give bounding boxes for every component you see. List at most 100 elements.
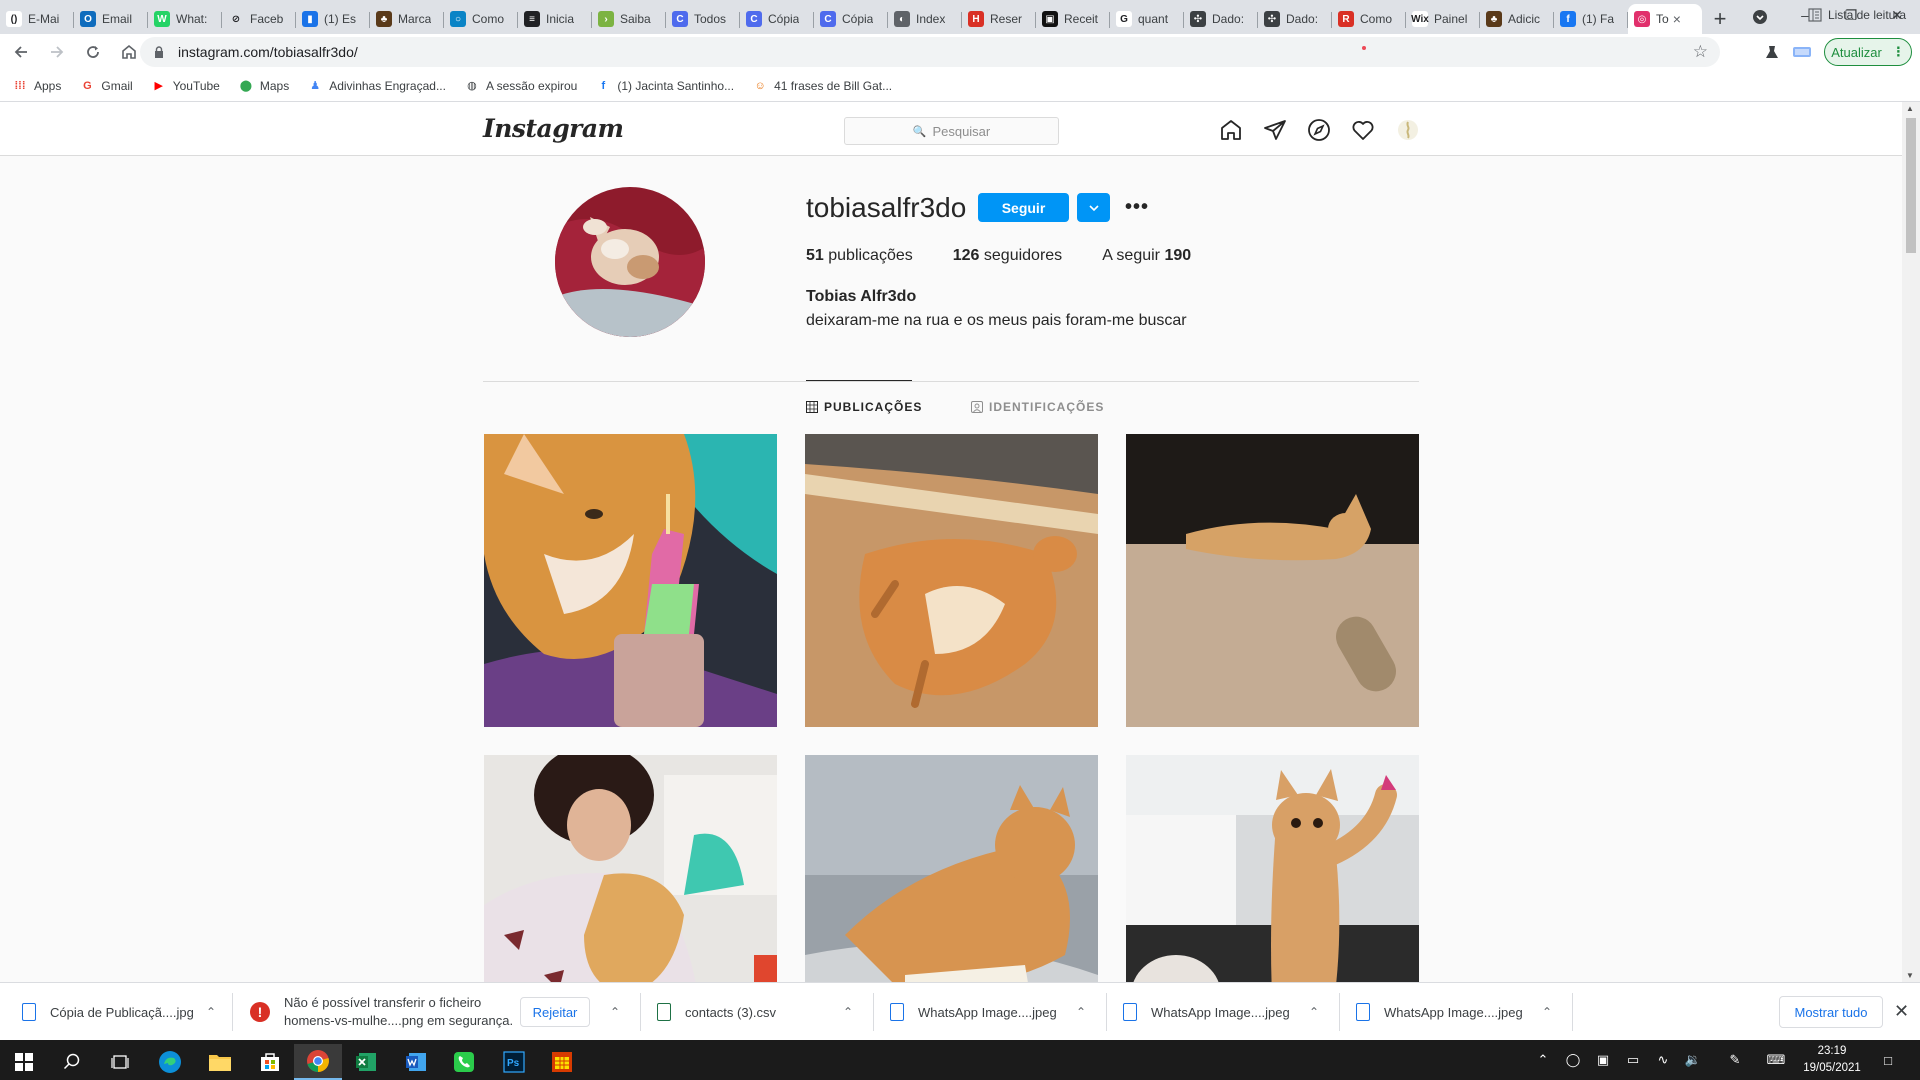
instagram-logo[interactable]: Instagram: [483, 114, 624, 143]
post-thumbnail[interactable]: [484, 434, 777, 727]
chevron-up-icon[interactable]: ⌃: [1076, 1005, 1086, 1019]
browser-tab[interactable]: () E-Mai: [0, 4, 74, 34]
bookmark-item[interactable]: ☺ 41 frases de Bill Gat...: [752, 78, 892, 94]
activity-heart-icon[interactable]: [1351, 118, 1375, 142]
followers-stat[interactable]: 126 seguidores: [953, 247, 1062, 265]
download-item[interactable]: Cópia de Publicaçã....jpg ⌃: [22, 983, 222, 1041]
browser-tab[interactable]: f (1) Fa: [1554, 4, 1628, 34]
tab-search-button[interactable]: [1746, 5, 1774, 29]
more-options-button[interactable]: •••: [1124, 196, 1150, 218]
word-taskbar-icon[interactable]: [392, 1044, 440, 1080]
browser-tab[interactable]: Gquant: [1110, 4, 1184, 34]
bookmark-item[interactable]: ⬤ Maps: [238, 78, 290, 94]
address-bar[interactable]: instagram.com/tobiasalfr3do/ ☆: [140, 37, 1720, 67]
post-thumbnail[interactable]: [805, 434, 1098, 727]
browser-tab[interactable]: W What:: [148, 4, 222, 34]
phone-app-taskbar-icon[interactable]: [440, 1044, 488, 1080]
browser-tab[interactable]: C Cópia: [740, 4, 814, 34]
following-stat[interactable]: A seguir 190: [1102, 247, 1191, 265]
show-all-downloads-button[interactable]: Mostrar tudo: [1779, 996, 1883, 1028]
direct-message-icon[interactable]: [1263, 118, 1287, 142]
reload-button[interactable]: [78, 37, 108, 67]
tab-tagged[interactable]: IDENTIFICAÇÕES: [971, 400, 1104, 414]
notifications-icon[interactable]: □: [1878, 1050, 1898, 1070]
back-button[interactable]: [6, 37, 36, 67]
browser-tab[interactable]: ✣ Dado:: [1258, 4, 1332, 34]
photoshop-taskbar-icon[interactable]: Ps: [490, 1044, 538, 1080]
chevron-up-icon[interactable]: ⌃: [206, 1005, 216, 1019]
browser-tab[interactable]: ⊘ Faceb: [222, 4, 296, 34]
wifi-icon[interactable]: ∿: [1653, 1050, 1673, 1070]
start-button[interactable]: [0, 1044, 48, 1080]
browser-tab[interactable]: ♣ Marca: [370, 4, 444, 34]
suggested-dropdown-button[interactable]: [1077, 193, 1110, 222]
battery-icon[interactable]: ▭: [1623, 1050, 1643, 1070]
bookmark-item[interactable]: ♟ Adivinhas Engraçad...: [307, 78, 446, 94]
reading-list-button[interactable]: Lista de leitura: [1808, 8, 1906, 22]
browser-tab[interactable]: C Todos: [666, 4, 740, 34]
scrollbar-thumb[interactable]: [1906, 118, 1916, 253]
page-scrollbar[interactable]: ▲ ▼: [1902, 102, 1920, 982]
browser-tab[interactable]: › Saiba: [592, 4, 666, 34]
explore-compass-icon[interactable]: [1307, 118, 1331, 142]
browser-tab[interactable]: R Como: [1332, 4, 1406, 34]
tab-posts[interactable]: PUBLICAÇÕES: [806, 400, 922, 414]
follow-button[interactable]: Seguir: [978, 193, 1069, 222]
browser-tab[interactable]: ◐ Index: [888, 4, 962, 34]
tray-app-icon[interactable]: ▣: [1593, 1050, 1613, 1070]
reject-button[interactable]: Rejeitar: [520, 997, 590, 1027]
chevron-up-icon[interactable]: ⌃: [843, 1005, 853, 1019]
store-taskbar-icon[interactable]: [246, 1044, 294, 1080]
extension-icon[interactable]: [1762, 42, 1782, 62]
update-browser-button[interactable]: Atualizar ⋮: [1824, 38, 1912, 66]
edge-taskbar-icon[interactable]: [146, 1044, 194, 1080]
volume-icon[interactable]: 🔉: [1683, 1050, 1703, 1070]
browser-tab[interactable]: ♣ Adicic: [1480, 4, 1554, 34]
profile-avatar[interactable]: [555, 187, 705, 337]
excel-taskbar-icon[interactable]: [342, 1044, 390, 1080]
chrome-taskbar-icon[interactable]: [294, 1044, 342, 1080]
chevron-up-icon[interactable]: ⌃: [610, 1005, 620, 1019]
profile-avatar-small-icon[interactable]: [1396, 118, 1420, 142]
browser-tab[interactable]: H Reser: [962, 4, 1036, 34]
bookmark-item[interactable]: ⁞⁞⁞ Apps: [12, 78, 62, 94]
bookmark-item[interactable]: G Gmail: [79, 78, 133, 94]
task-view-button[interactable]: [96, 1044, 144, 1080]
browser-tab[interactable]: Wix Painel: [1406, 4, 1480, 34]
browser-tab[interactable]: ≡ Inicia: [518, 4, 592, 34]
calendar-app-taskbar-icon[interactable]: [538, 1044, 586, 1080]
new-tab-button[interactable]: +: [1702, 4, 1738, 34]
profile-avatar-icon[interactable]: [1792, 42, 1812, 62]
chevron-up-icon[interactable]: ⌃: [1542, 1005, 1552, 1019]
search-input[interactable]: 🔍 Pesquisar: [844, 117, 1059, 145]
bookmark-star-icon[interactable]: ☆: [1693, 42, 1708, 62]
keyboard-icon[interactable]: ⌨: [1763, 1050, 1789, 1070]
meet-now-icon[interactable]: ◯: [1563, 1050, 1583, 1070]
forward-button[interactable]: [42, 37, 72, 67]
browser-tab[interactable]: C Cópia: [814, 4, 888, 34]
browser-tab[interactable]: ○ Como: [444, 4, 518, 34]
home-nav-icon[interactable]: [1219, 118, 1243, 142]
close-tab-icon[interactable]: ×: [1673, 11, 1681, 27]
bookmark-item[interactable]: ◍ A sessão expirou: [464, 78, 577, 94]
file-explorer-taskbar-icon[interactable]: [196, 1044, 244, 1080]
post-thumbnail[interactable]: [1126, 434, 1419, 727]
download-item[interactable]: contacts (3).csv ⌃: [657, 983, 867, 1041]
browser-tab[interactable]: ▮ (1) Es: [296, 4, 370, 34]
download-item[interactable]: WhatsApp Image....jpeg ⌃: [1123, 983, 1333, 1041]
tray-chevron-icon[interactable]: ⌃: [1533, 1050, 1553, 1070]
close-shelf-icon[interactable]: ✕: [1894, 1001, 1909, 1022]
download-item[interactable]: WhatsApp Image....jpeg ⌃: [890, 983, 1100, 1041]
pen-icon[interactable]: ✎: [1725, 1050, 1745, 1070]
search-taskbar-button[interactable]: [48, 1044, 96, 1080]
browser-tab[interactable]: ▣ Receit: [1036, 4, 1110, 34]
taskbar-clock[interactable]: 23:19 19/05/2021: [1797, 1043, 1867, 1077]
download-item[interactable]: WhatsApp Image....jpeg ⌃: [1356, 983, 1566, 1041]
browser-tab[interactable]: ✣ Dado:: [1184, 4, 1258, 34]
scroll-down-arrow[interactable]: ▼: [1906, 971, 1914, 980]
browser-tab[interactable]: O Email: [74, 4, 148, 34]
chevron-up-icon[interactable]: ⌃: [1309, 1005, 1319, 1019]
bookmark-item[interactable]: ▶ YouTube: [151, 78, 219, 94]
browser-tab-active[interactable]: ◎ To ×: [1628, 4, 1702, 34]
bookmark-item[interactable]: f (1) Jacinta Santinho...: [595, 78, 735, 94]
